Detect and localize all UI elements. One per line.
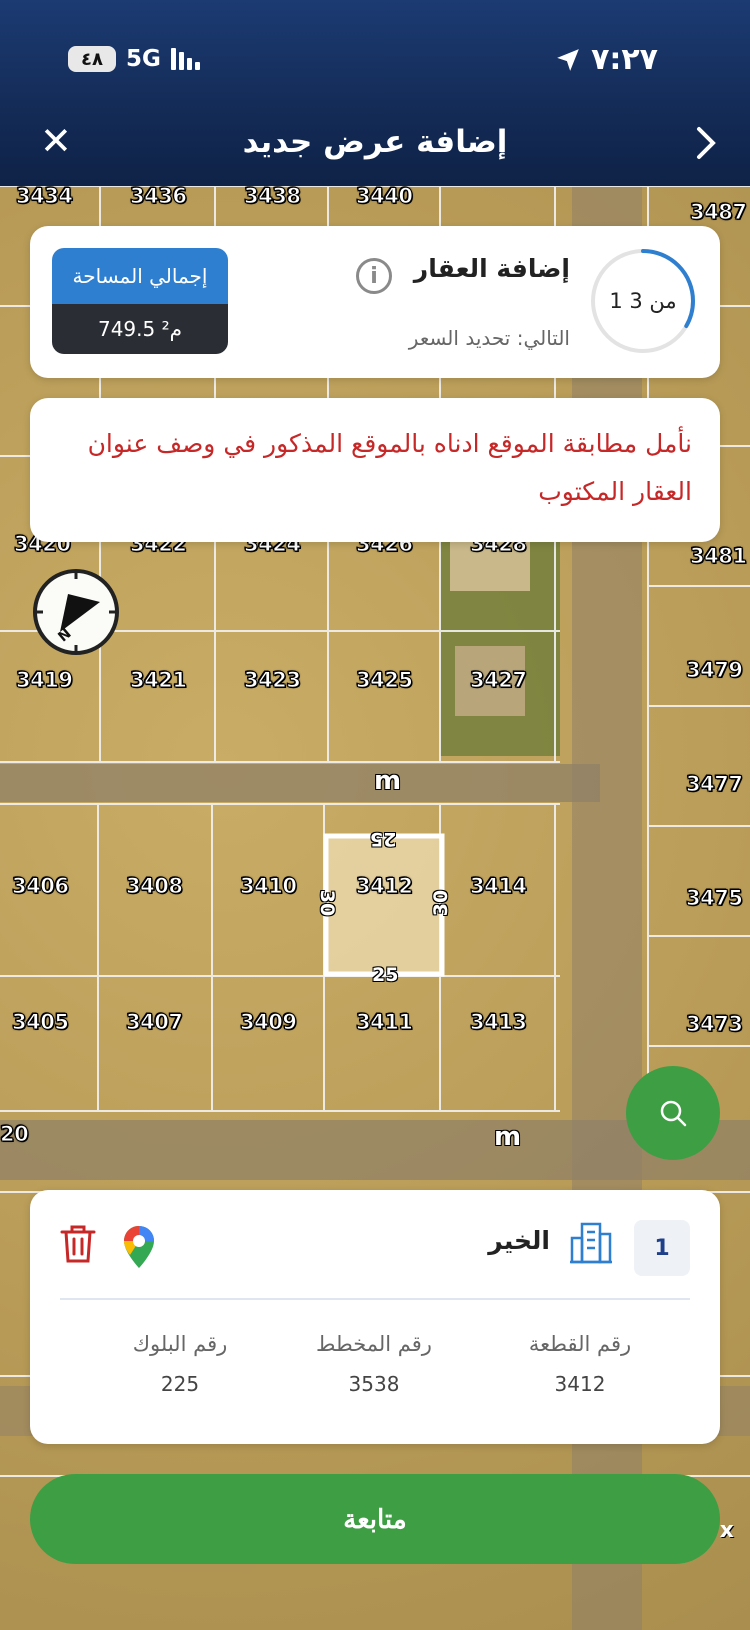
area-summary: إجمالي المساحة 749.5 م² [52,248,228,354]
plot-label: 3477 [685,772,743,797]
area-value: 749.5 م² [52,304,228,354]
field-value: 225 [160,1372,200,1396]
trash-icon[interactable] [60,1224,96,1264]
chevron-icon[interactable] [696,126,716,160]
plot-label: 3425 [355,668,413,693]
plot-label: 3473 [685,1012,743,1037]
search-button[interactable] [626,1066,720,1160]
plot-label: 3412 [355,874,413,899]
property-card: 1 الخير رقم القطعة 3412 رقم المخطط 3538 [30,1190,720,1444]
plot-label: 3423 [243,668,301,693]
street-label: m [494,1122,522,1152]
signal-icon [170,48,200,70]
plot-label: 3413 [469,1010,527,1035]
top-bar: ٤٨ 5G ٧:٢٧ ✕ إضافة عرض جديد [0,0,750,186]
progress-text: 1 من 3 [609,289,677,313]
property-index: 1 [634,1220,690,1276]
street-label: m [374,766,402,796]
plot-label: 3406 [11,874,69,899]
step-next: التالي: تحديد السعر [408,326,570,350]
compass-icon[interactable]: N [32,568,120,656]
field-value: 3538 [348,1372,400,1396]
field-label: رقم المخطط [316,1332,432,1356]
plot-label: 3414 [469,874,527,899]
building-icon [570,1222,612,1264]
plot-label: 3411 [355,1010,413,1035]
field-plot-number: رقم القطعة 3412 [480,1332,680,1396]
google-maps-icon[interactable] [122,1224,156,1270]
plot-label: 3481 [689,544,747,569]
step-title: إضافة العقار [413,254,570,283]
plot-label: 3427 [469,668,527,693]
plot-label: 3436 [129,186,187,209]
notice-text: نأمل مطابقة الموقع ادناه بالموقع المذكور… [87,429,692,506]
plot-label: 3438 [243,186,301,209]
dimension-top: 25 [370,828,397,850]
plot-label: 20 [0,1122,29,1147]
field-label: رقم البلوك [132,1332,228,1356]
plot-label: 3434 [15,186,73,209]
field-block-number: رقم البلوك 225 [80,1332,280,1396]
plot-label: 3487 [689,200,747,225]
search-icon [660,1100,687,1127]
plot-label: 3410 [239,874,297,899]
plot-label: 3405 [11,1010,69,1035]
location-arrow-icon [557,48,579,71]
area-label: إجمالي المساحة [52,248,228,304]
dimension-left: 30 [316,889,339,917]
field-scheme-number: رقم المخطط 3538 [274,1332,474,1396]
divider [60,1298,690,1300]
plot-label: 3479 [685,658,743,683]
status-right: ٧:٢٧ [555,42,658,77]
field-value: 3412 [554,1372,606,1396]
status-time: ٧:٢٧ [591,42,658,77]
notice-card: نأمل مطابقة الموقع ادناه بالموقع المذكور… [30,398,720,542]
field-label: رقم القطعة [528,1332,632,1356]
battery-icon: ٤٨ [68,46,116,72]
plot-label: 3475 [685,886,743,911]
network-label: 5G [126,46,161,72]
dimension-bottom: 25 [372,964,399,986]
plot-label: 3421 [129,668,187,693]
info-icon[interactable]: i [356,258,392,294]
status-left: ٤٨ 5G [68,46,200,72]
continue-button[interactable]: متابعة [30,1474,720,1564]
page-title: إضافة عرض جديد [242,124,508,160]
dimension-right: 30 [430,889,453,917]
district-name: الخير [488,1226,550,1255]
dismiss-icon[interactable]: x [720,1518,734,1543]
plot-label: 3409 [239,1010,297,1035]
step-card: 1 من 3 إضافة العقار i التالي: تحديد السع… [30,226,720,378]
plot-label: 3408 [125,874,183,899]
plot-label: 3407 [125,1010,183,1035]
plot-label: 3419 [15,668,73,693]
plot-label: 3440 [355,186,413,209]
